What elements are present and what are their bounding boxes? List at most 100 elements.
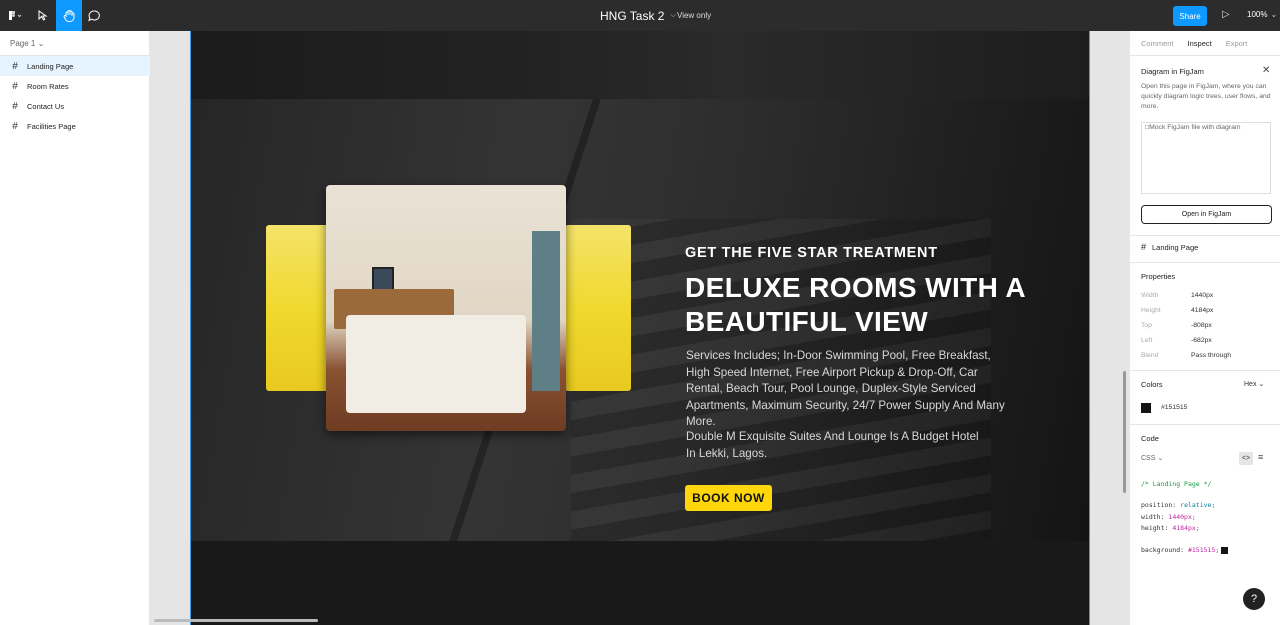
layers-panel: Page 1 ⌄ # Landing Page # Room Rates # Cont… — [0, 31, 150, 625]
property-key: Height — [1141, 307, 1161, 314]
room-image-main — [326, 185, 566, 431]
hero-section: GET THE FIVE STAR TREATMENT DELUXE ROOMS… — [191, 99, 1089, 559]
code-title: Code — [1141, 434, 1159, 443]
property-key: Left — [1141, 337, 1153, 344]
layer-label: Room Rates — [27, 81, 69, 91]
layer-room-rates[interactable]: # Room Rates — [0, 76, 150, 96]
hero-headline: DELUXE ROOMS WITH A BEAUTIFUL VIEW — [685, 272, 1025, 337]
next-section — [191, 541, 1089, 625]
hero-top-background — [191, 31, 1089, 99]
share-button[interactable]: Share — [1173, 6, 1207, 26]
code-value: 1440px; — [1168, 513, 1196, 521]
divider — [1130, 262, 1280, 263]
layer-facilities-page[interactable]: # Facilities Page — [0, 116, 150, 136]
properties-title: Properties — [1141, 272, 1176, 281]
page-selector-label: Page 1 — [10, 39, 36, 48]
property-value: Pass through — [1191, 352, 1232, 359]
code-comment: /* Landing Page */ — [1141, 480, 1211, 488]
tab-export[interactable]: Export — [1226, 39, 1248, 48]
code-value: 4184px; — [1172, 524, 1200, 532]
property-height: Height 4184px — [1141, 307, 1271, 314]
frame-icon: # — [12, 80, 18, 92]
chevron-down-icon: ⌄ — [1258, 381, 1265, 388]
view-only-label: View only — [677, 11, 712, 20]
chevron-down-icon: ⌄ — [1157, 455, 1164, 462]
play-icon[interactable]: ▷ — [1222, 9, 1230, 20]
zoom-dropdown[interactable]: 100% ⌄ — [1247, 10, 1277, 19]
curtain — [532, 231, 560, 391]
code-view-icon[interactable]: <> — [1239, 452, 1253, 465]
divider — [1130, 235, 1280, 236]
move-tool-icon[interactable] — [30, 0, 56, 31]
hero-location: Double M Exquisite Suites And Lounge Is … — [686, 430, 979, 460]
figma-menu-icon[interactable] — [0, 0, 30, 31]
code-width: width: 1440px; — [1141, 513, 1196, 521]
page-selector[interactable]: Page 1 ⌄ — [10, 39, 44, 48]
zoom-value: 100% — [1247, 10, 1268, 19]
divider — [1130, 424, 1280, 425]
comment-icon[interactable] — [82, 0, 106, 31]
file-title[interactable]: HNG Task 2 ⌵ — [600, 9, 676, 23]
frame-icon: # — [12, 60, 18, 72]
layer-label: Facilities Page — [27, 121, 76, 131]
hero-description: Services Includes; In-Door Swimming Pool… — [686, 349, 1005, 428]
selected-frame: # Landing Page — [1141, 242, 1198, 252]
figjam-title: Diagram in FigJam — [1141, 67, 1204, 76]
chevron-down-icon: ⌄ — [37, 39, 45, 48]
hero-eyebrow: GET THE FIVE STAR TREATMENT — [685, 245, 938, 261]
tab-comment[interactable]: Comment — [1141, 39, 1174, 48]
room-image-left — [266, 225, 330, 391]
toolbar: HNG Task 2 ⌵ View only Share ▷ 100% ⌄ — [0, 0, 1280, 31]
vertical-scrollbar[interactable] — [1123, 371, 1126, 493]
horizontal-scrollbar[interactable] — [154, 619, 318, 622]
color-format-dropdown[interactable]: Hex ⌄ — [1244, 380, 1264, 388]
divider — [1130, 55, 1280, 56]
canvas[interactable]: GET THE FIVE STAR TREATMENT DELUXE ROOMS… — [150, 31, 1129, 625]
figjam-preview-image: □Mock FigJam file with diagram — [1141, 122, 1271, 194]
layer-landing-page[interactable]: # Landing Page — [0, 56, 150, 76]
bed — [346, 315, 526, 413]
frame-icon: # — [12, 120, 18, 132]
code-key: position: — [1141, 501, 1177, 509]
code-height: height: 4184px; — [1141, 524, 1200, 532]
inspect-panel: Comment Inspect Export Diagram in FigJam… — [1123, 31, 1280, 625]
color-swatch[interactable] — [1141, 403, 1151, 413]
property-value: -682px — [1191, 337, 1212, 344]
code-color-swatch — [1221, 546, 1229, 554]
chevron-down-icon: ⌄ — [1270, 10, 1278, 19]
book-now-button[interactable]: BOOK NOW — [685, 485, 772, 511]
frame-icon: # — [12, 100, 18, 112]
color-format-label: Hex — [1244, 381, 1257, 388]
code-key: background: — [1141, 546, 1185, 554]
list-view-icon[interactable]: ≡ — [1258, 452, 1263, 462]
code-position: position: relative; — [1141, 501, 1215, 509]
chevron-down-icon: ⌵ — [670, 12, 676, 19]
property-value: 4184px — [1191, 307, 1214, 314]
code-key: height: — [1141, 524, 1169, 532]
close-icon[interactable]: ✕ — [1262, 65, 1270, 76]
code-language-dropdown[interactable]: CSS ⌄ — [1141, 454, 1163, 462]
layer-contact-us[interactable]: # Contact Us — [0, 96, 150, 116]
room-image-right — [565, 225, 631, 391]
landing-page-frame[interactable]: GET THE FIVE STAR TREATMENT DELUXE ROOMS… — [190, 31, 1090, 625]
code-comment-text: /* Landing Page */ — [1141, 480, 1212, 488]
color-hex-value[interactable]: #151515 — [1161, 404, 1187, 411]
code-language-label: CSS — [1141, 455, 1156, 462]
help-button[interactable]: ? — [1243, 588, 1265, 610]
inspect-tabs: Comment Inspect Export — [1141, 39, 1247, 48]
image-alt-text: Mock FigJam file with diagram — [1149, 124, 1241, 131]
property-key: Blend — [1141, 352, 1159, 359]
hand-tool-icon[interactable] — [56, 0, 82, 31]
divider — [1130, 370, 1280, 371]
property-top: Top -808px — [1141, 322, 1271, 329]
property-value: 1440px — [1191, 292, 1214, 299]
property-blend: Blend Pass through — [1141, 352, 1271, 359]
property-left: Left -682px — [1141, 337, 1271, 344]
tab-inspect[interactable]: Inspect — [1188, 39, 1212, 48]
layer-label: Contact Us — [27, 101, 65, 111]
selected-frame-name: Landing Page — [1152, 242, 1199, 252]
open-in-figjam-button[interactable]: Open in FigJam — [1141, 205, 1272, 224]
property-width: Width 1440px — [1141, 292, 1271, 299]
code-key: width: — [1141, 513, 1165, 521]
code-background: background: #151515; — [1141, 546, 1229, 554]
